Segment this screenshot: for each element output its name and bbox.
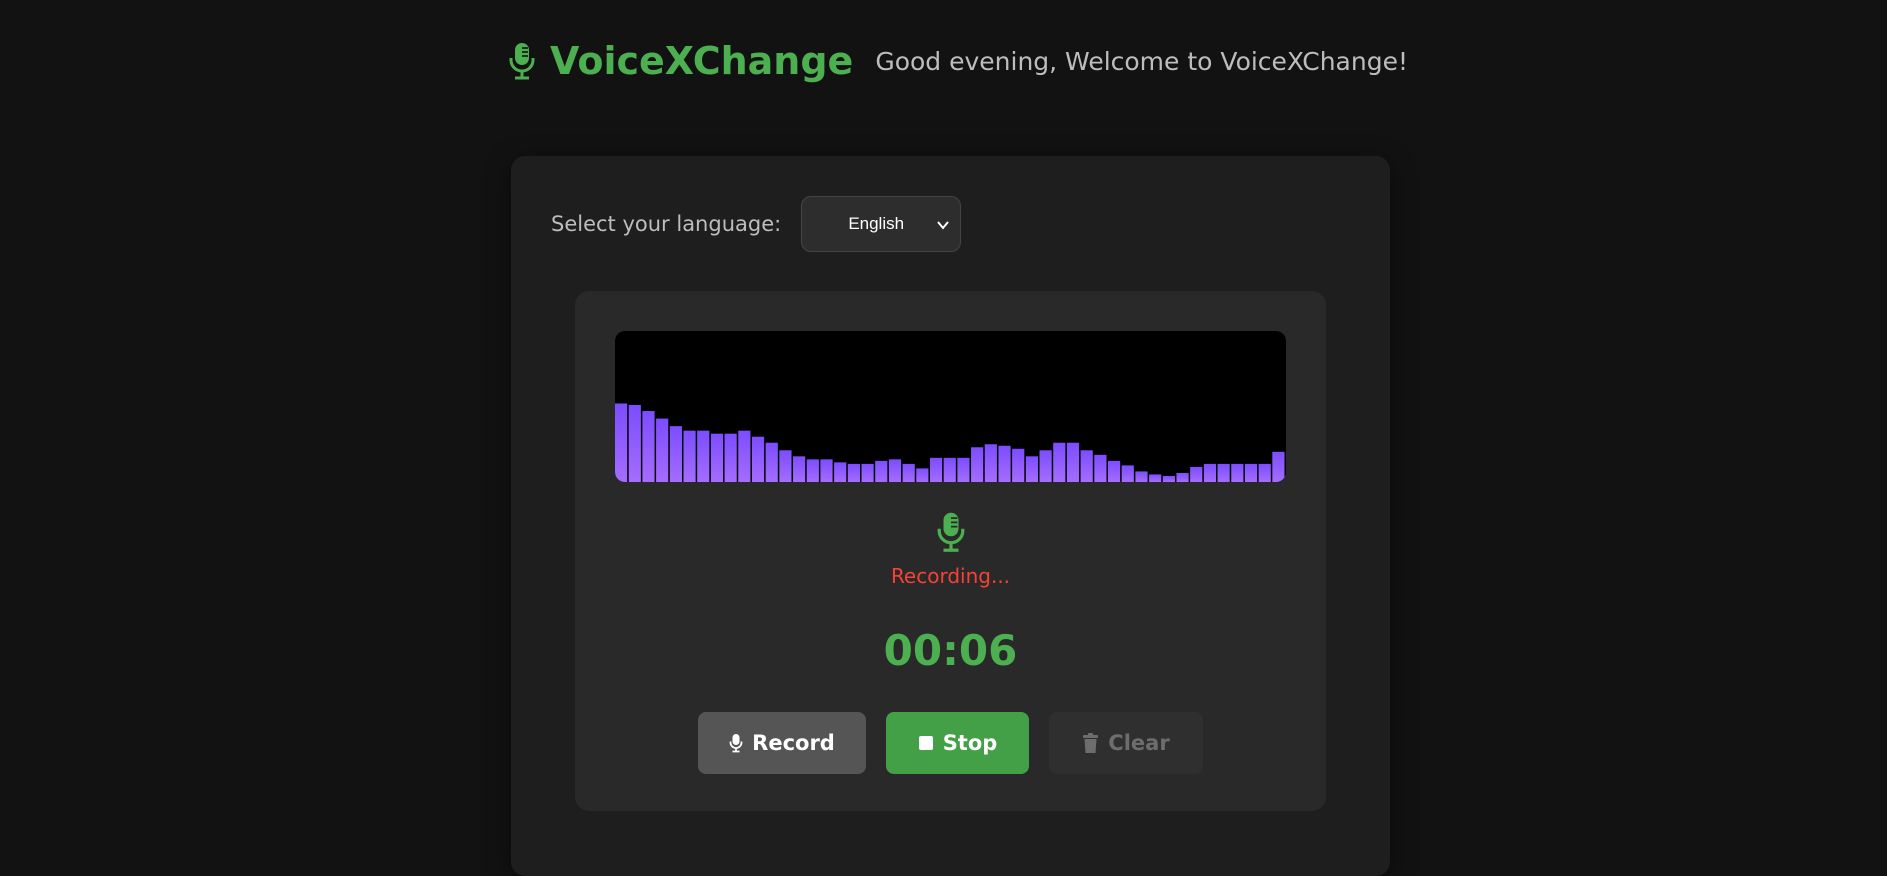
visualizer-bar: [1107, 460, 1121, 482]
clear-button[interactable]: Clear: [1049, 712, 1203, 774]
stop-icon: [918, 735, 934, 751]
app-header: VoiceXChange Good evening, Welcome to Vo…: [508, 38, 1408, 84]
visualizer-bar: [793, 456, 806, 482]
visualizer-bar: [847, 463, 860, 482]
visualizer-bar: [1135, 471, 1148, 482]
language-row: Select your language: English: [551, 196, 962, 252]
greeting-text: Good evening, Welcome to VoiceXChange!: [875, 46, 1408, 76]
language-label: Select your language:: [551, 212, 782, 236]
visualizer-bar: [1012, 448, 1025, 482]
clear-button-label: Clear: [1108, 731, 1170, 755]
visualizer-bar: [642, 411, 655, 482]
visualizer-bar: [628, 404, 641, 482]
language-select[interactable]: English: [801, 196, 962, 252]
visualizer-bar: [1258, 463, 1271, 482]
visualizer-bar: [697, 430, 710, 482]
visualizer-bar: [888, 459, 902, 482]
visualizer-bar: [1094, 454, 1107, 482]
visualizer-bar: [984, 444, 997, 482]
visualizer-bar: [834, 462, 847, 482]
control-buttons: Record Stop Clear: [575, 712, 1326, 774]
record-button[interactable]: Record: [698, 712, 866, 774]
visualizer-bar: [765, 442, 778, 482]
visualizer-bar: [1176, 472, 1189, 482]
trash-icon: [1082, 733, 1099, 753]
visualizer-bar: [861, 463, 874, 482]
visualizer-bar: [669, 426, 682, 482]
visualizer-bar: [929, 457, 943, 482]
visualizer-bar: [806, 459, 819, 482]
visualizer-bar: [1162, 475, 1175, 482]
language-selected-value: English: [848, 214, 905, 233]
visualizer-bar: [1039, 450, 1052, 482]
visualizer-bar: [1244, 463, 1258, 482]
visualizer-bar: [1190, 466, 1203, 482]
visualizer-bar: [1053, 442, 1066, 482]
microphone-icon: [508, 38, 540, 84]
visualizer-bar: [998, 445, 1011, 482]
recording-status-icon: [575, 511, 1326, 557]
microphone-icon: [729, 733, 743, 753]
visualizer-bar: [1231, 463, 1244, 482]
visualizer-bar: [820, 459, 833, 482]
visualizer-bar: [1272, 451, 1285, 482]
microphone-icon: [936, 511, 966, 557]
recording-timer: 00:06: [883, 626, 1018, 675]
visualizer-bar: [1080, 450, 1093, 482]
visualizer-bar: [902, 463, 915, 482]
app-title: VoiceXChange: [550, 39, 854, 83]
visualizer-bar: [751, 436, 765, 482]
audio-visualizer: [615, 331, 1286, 482]
visualizer-bar: [916, 468, 929, 482]
visualizer-bar: [1217, 463, 1230, 482]
visualizer-bar: [683, 430, 696, 482]
record-button-label: Record: [752, 731, 835, 755]
visualizer-bar: [738, 430, 751, 482]
visualizer-bar: [875, 460, 888, 482]
recorder-panel: Recording... 00:06 Record Stop Clear: [575, 291, 1326, 811]
stop-button[interactable]: Stop: [886, 712, 1029, 774]
stop-button-label: Stop: [942, 731, 998, 755]
visualizer-bar: [779, 450, 792, 482]
visualizer-bar: [971, 447, 984, 482]
visualizer-bar: [943, 457, 956, 482]
visualizer-bar: [656, 418, 669, 482]
visualizer-bar: [1025, 456, 1039, 482]
chevron-down-icon: [936, 217, 950, 231]
visualizer-bar: [615, 403, 628, 482]
visualizer-bar: [1149, 474, 1162, 482]
recording-status-text: Recording...: [890, 564, 1011, 588]
visualizer-bar: [957, 457, 970, 482]
visualizer-bar: [724, 433, 737, 482]
visualizer-bar: [710, 433, 724, 482]
visualizer-bar: [1203, 463, 1217, 482]
main-card: Select your language: English Recording.…: [511, 156, 1390, 876]
visualizer-bar: [1121, 465, 1134, 482]
visualizer-bar: [1066, 442, 1080, 482]
